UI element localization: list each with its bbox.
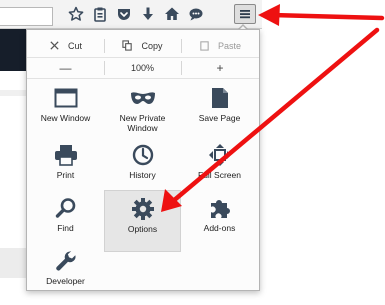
edit-controls: Cut Copy Paste [27,36,259,56]
add-ons-label: Add-ons [203,223,236,233]
save-page-label: Save Page [198,113,241,123]
zoom-out-button[interactable]: — [27,58,104,78]
find-label: Find [57,223,74,233]
full-screen-label: Full Screen [198,170,241,180]
gear-icon [105,197,180,221]
cut-button[interactable]: Cut [27,36,104,56]
url-bar[interactable] [0,7,53,26]
new-private-window-button[interactable]: New Private Window [104,80,181,142]
magnifier-icon [27,196,104,220]
save-page-button[interactable]: Save Page [181,80,258,142]
copy-button[interactable]: Copy [104,36,181,56]
new-private-window-label: New Private Window [119,113,166,133]
puzzle-icon [181,196,258,220]
add-ons-button[interactable]: Add-ons [181,190,258,252]
page-icon [181,86,258,110]
pocket-icon[interactable] [114,4,134,24]
window-icon [27,86,104,110]
page-header-background [0,29,26,71]
chat-icon[interactable] [186,4,206,24]
download-icon[interactable] [138,4,158,24]
copy-icon [122,39,133,53]
clock-icon [104,143,181,167]
star-icon[interactable] [66,4,86,24]
paste-button[interactable]: Paste [181,36,259,56]
top-arrow [258,4,385,26]
zoom-reset-button[interactable]: 100% [104,58,181,78]
page-footer-background [0,248,26,278]
zoom-in-button[interactable]: + [181,58,259,78]
hamburger-menu-icon[interactable] [234,4,256,24]
new-window-button[interactable]: New Window [27,80,104,142]
browser-toolbar [0,0,262,29]
options-label: Options [127,224,158,234]
zoom-controls: — 100% + [27,57,259,79]
developer-label: Developer [46,276,85,286]
cut-label: Cut [67,41,82,51]
wrench-icon [27,249,104,273]
paste-icon [199,40,210,53]
main-menu-panel: Cut Copy Paste — 100% + New Window New P… [26,29,260,291]
clipboard-icon[interactable] [90,4,110,24]
options-button[interactable]: Options [104,190,181,252]
print-label: Print [56,170,75,180]
history-label: History [129,170,156,180]
developer-button[interactable]: Developer [27,243,104,305]
copy-label: Copy [141,41,163,51]
page-content-background [0,90,26,96]
paste-label: Paste [217,41,241,51]
home-icon[interactable] [162,4,182,24]
new-window-label: New Window [40,113,91,123]
printer-icon [27,143,104,167]
scissors-icon [49,40,60,53]
mask-icon [104,86,181,110]
fullscreen-icon [181,143,258,167]
